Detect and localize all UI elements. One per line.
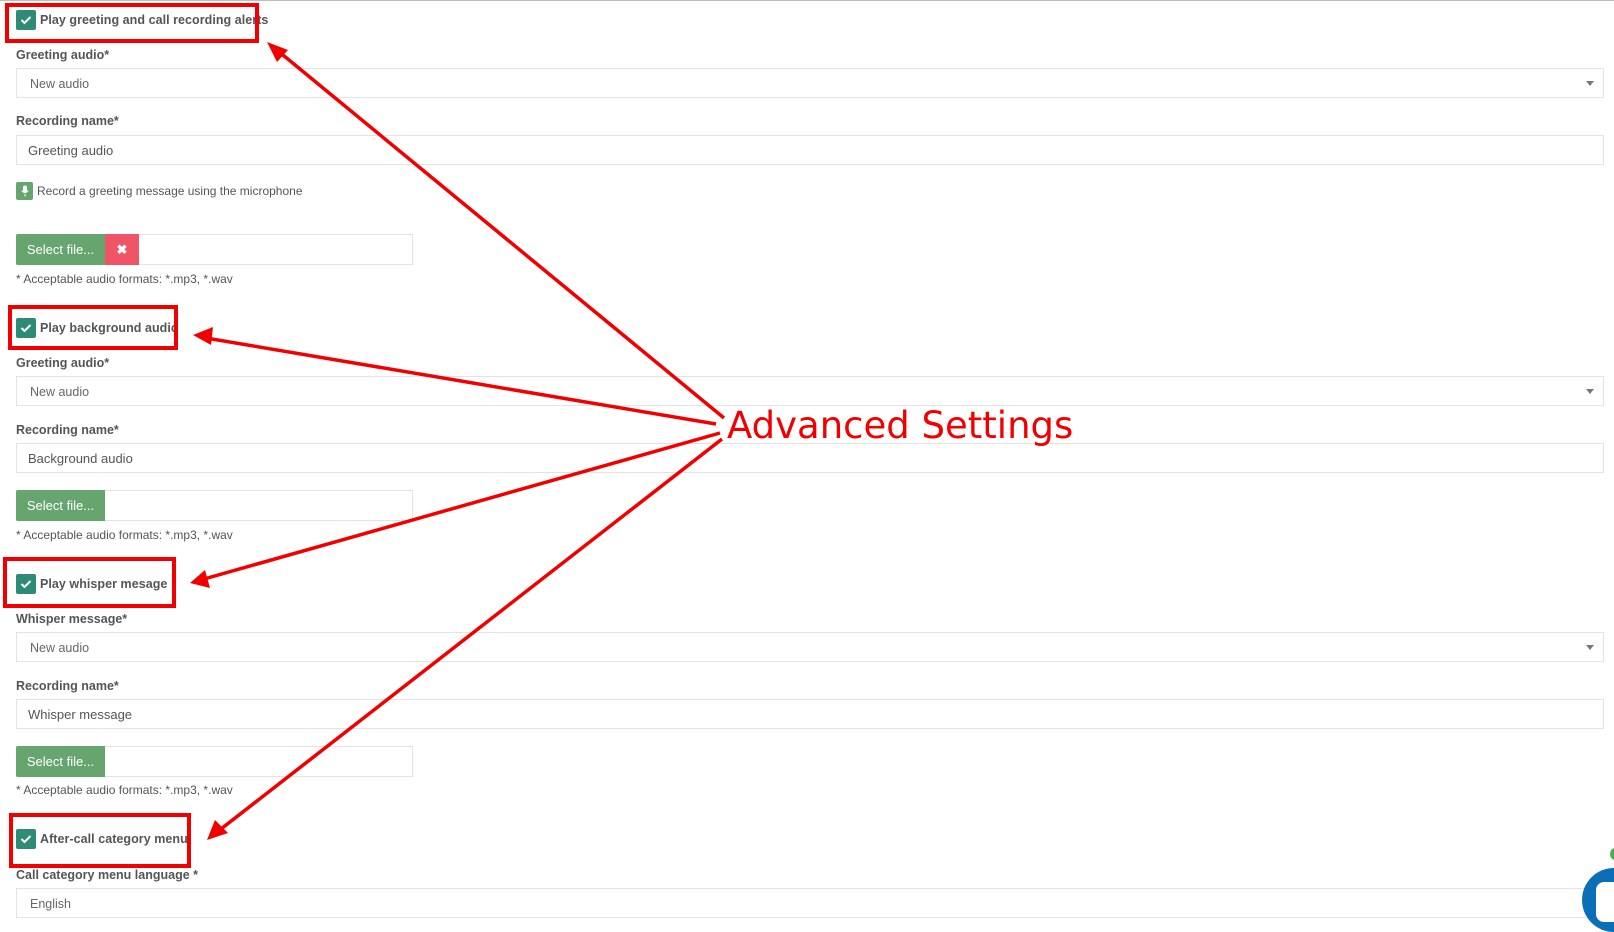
chat-status-dot: [1610, 848, 1614, 860]
arrowhead-after-call: [207, 820, 228, 840]
chat-icon: [1596, 882, 1614, 922]
arrow-to-after-call: [210, 437, 724, 838]
arrowhead-background: [193, 327, 213, 345]
arrowhead-whisper: [190, 570, 210, 588]
arrow-to-whisper: [196, 431, 721, 583]
arrowhead-greeting: [267, 42, 288, 62]
advanced-settings-annotation: Advanced Settings: [727, 404, 1074, 447]
annotation-arrows: [190, 42, 726, 840]
arrow-to-background: [199, 335, 717, 426]
